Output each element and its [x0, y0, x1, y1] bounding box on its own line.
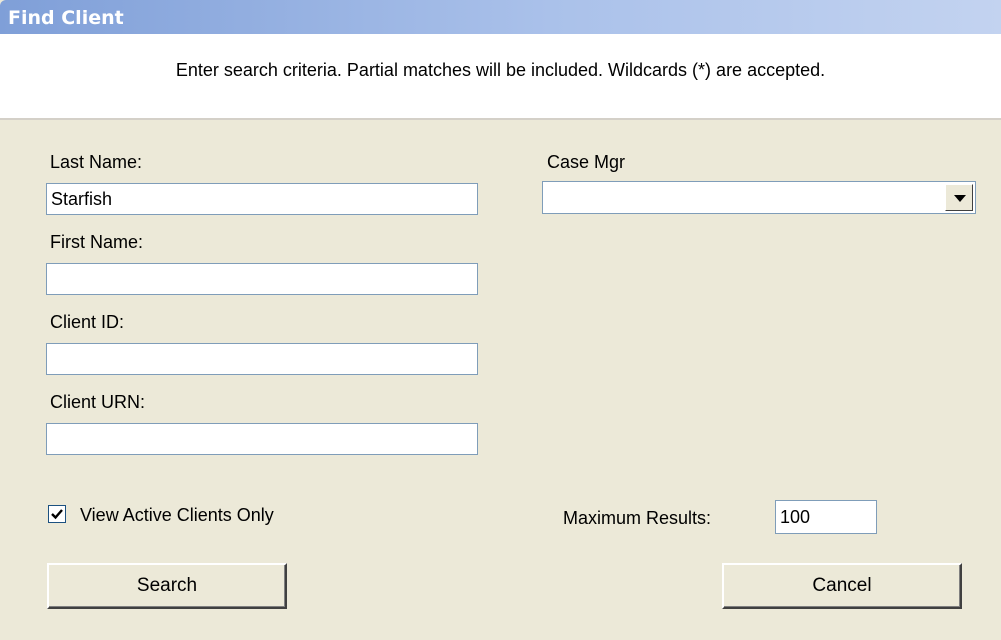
last-name-input[interactable] [46, 183, 478, 215]
client-urn-label: Client URN: [50, 392, 146, 412]
last-name-label: Last Name: [50, 152, 143, 172]
chevron-down-icon[interactable] [945, 184, 973, 211]
instructions-text: Enter search criteria. Partial matches w… [175, 60, 826, 80]
case-mgr-dropdown[interactable] [542, 181, 976, 214]
first-name-input[interactable] [46, 263, 478, 295]
instructions-panel: Enter search criteria. Partial matches w… [0, 34, 1001, 118]
active-clients-checkbox[interactable] [48, 505, 66, 523]
title-bar[interactable]: Find Client [0, 0, 1001, 34]
cancel-button[interactable]: Cancel [722, 563, 962, 609]
active-clients-label: View Active Clients Only [80, 505, 274, 525]
case-mgr-label: Case Mgr [547, 152, 626, 172]
client-id-input[interactable] [46, 343, 478, 375]
max-results-label: Maximum Results: [563, 508, 712, 528]
max-results-input[interactable] [775, 500, 877, 534]
window-title: Find Client [8, 7, 124, 29]
checkmark-icon [51, 509, 63, 520]
search-button[interactable]: Search [47, 563, 287, 609]
client-id-label: Client ID: [50, 312, 125, 332]
client-urn-input[interactable] [46, 423, 478, 455]
header-divider [0, 118, 1001, 120]
first-name-label: First Name: [50, 232, 144, 252]
